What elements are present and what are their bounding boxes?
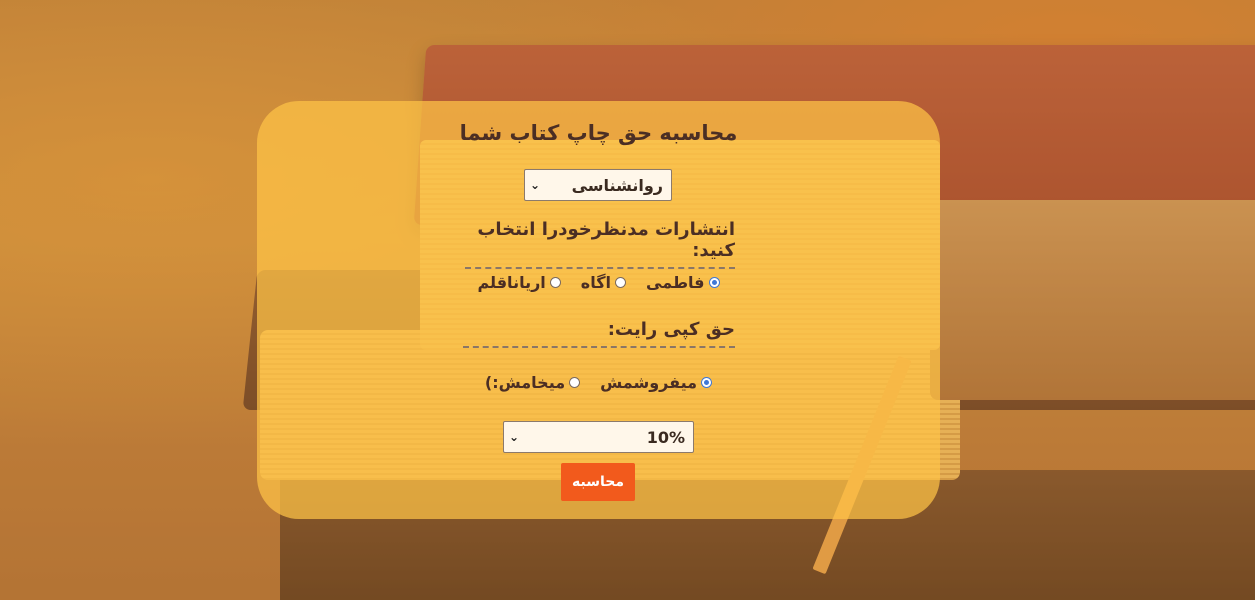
royalty-calculator-card: محاسبه حق چاپ کتاب شما روانشناسی ⌄ انتشا… xyxy=(257,101,940,519)
copyright-option-label: میفروشمش xyxy=(600,373,698,392)
copyright-radio-group: میفروشمش میخامش:) xyxy=(257,373,940,392)
percentage-select[interactable]: 10% ⌄ xyxy=(503,421,694,453)
copyright-option-sell[interactable]: میفروشمش xyxy=(600,373,713,392)
publisher-option-agah[interactable]: اگاه xyxy=(580,273,627,292)
category-select-value: روانشناسی xyxy=(571,175,663,195)
radio-button[interactable] xyxy=(708,277,720,288)
category-select[interactable]: روانشناسی ⌄ xyxy=(524,169,672,201)
copyright-label: حق کپی رایت: xyxy=(463,319,735,348)
publisher-option-label: فاطمی xyxy=(646,273,705,292)
radio-button[interactable] xyxy=(569,377,581,388)
copyright-option-keep[interactable]: میخامش:) xyxy=(484,373,581,392)
publisher-option-label: ارياناقلم xyxy=(477,273,546,292)
publisher-option-fatemi[interactable]: فاطمی xyxy=(646,273,720,292)
publisher-option-label: اگاه xyxy=(580,273,612,292)
publisher-option-arianaghalam[interactable]: ارياناقلم xyxy=(478,273,561,292)
publisher-label: انتشارات مدنظرخودرا انتخاب کنید: xyxy=(465,219,735,269)
percentage-select-value: 10% xyxy=(646,427,685,447)
chevron-down-icon: ⌄ xyxy=(529,178,541,192)
radio-button[interactable] xyxy=(615,277,627,288)
copyright-option-label: میخامش:) xyxy=(484,373,566,392)
publisher-radio-group: فاطمی اگاه ارياناقلم xyxy=(257,273,940,292)
chevron-down-icon: ⌄ xyxy=(508,430,520,444)
radio-button[interactable] xyxy=(701,377,713,388)
radio-button[interactable] xyxy=(549,277,561,288)
page-title: محاسبه حق چاپ کتاب شما xyxy=(459,121,738,145)
calculate-button[interactable]: محاسبه xyxy=(561,463,635,501)
